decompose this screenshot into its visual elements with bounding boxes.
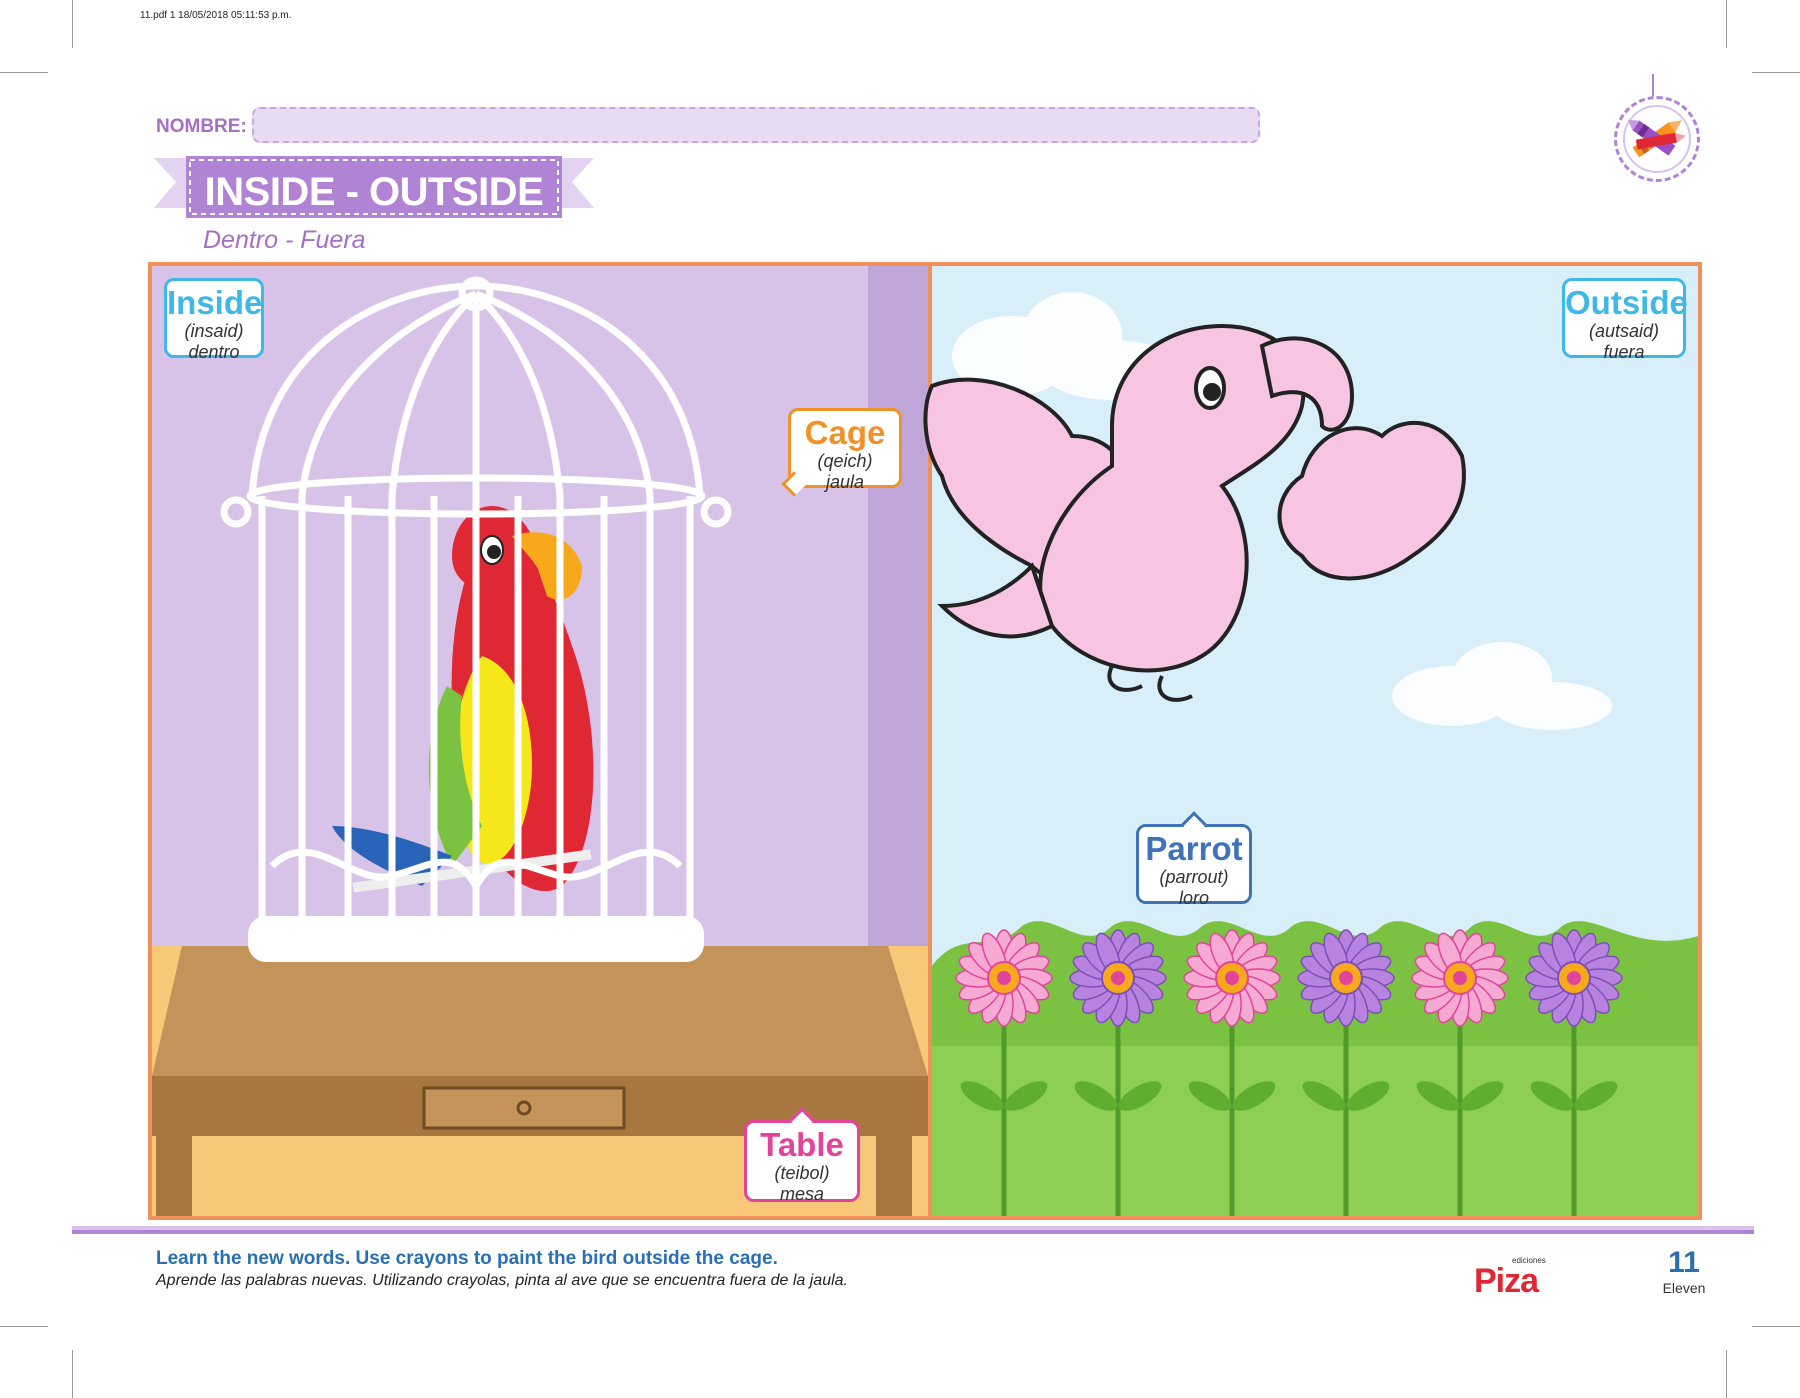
page-title: INSIDE - OUTSIDE: [204, 170, 544, 214]
label-table-pron: (teibol): [774, 1163, 830, 1183]
crop-mark: [72, 1350, 73, 1398]
label-outside-word: Outside: [1565, 284, 1688, 321]
crop-mark: [1726, 0, 1727, 48]
label-cage-trans: jaula: [825, 472, 865, 492]
instructions-spanish: Aprende las palabras nuevas. Utilizando …: [156, 1272, 848, 1289]
label-outside-trans: fuera: [1603, 342, 1645, 362]
crop-mark: [72, 0, 73, 48]
label-cage-pron: (qeich): [817, 451, 873, 471]
grass: [932, 1046, 1698, 1216]
label-cage-word: Cage: [804, 414, 886, 451]
label-parrot-trans: loro: [1178, 888, 1209, 908]
instructions-english: Learn the new words. Use crayons to pain…: [156, 1248, 778, 1269]
crop-mark: [0, 72, 48, 73]
publisher-logo: Piza: [1474, 1262, 1539, 1300]
label-inside-trans: dentro: [188, 342, 240, 362]
page-number: 11: [1668, 1246, 1700, 1279]
label-cage: Cage (qeich) jaula: [781, 408, 902, 497]
label-outside-pron: (autsaid): [1588, 321, 1660, 341]
label-inside-word: Inside: [167, 284, 263, 321]
name-input[interactable]: [252, 107, 1260, 143]
print-meta: 11.pdf 1 18/05/2018 05:11:53 p.m.: [140, 10, 292, 21]
crop-mark: [1726, 1350, 1727, 1398]
label-inside-pron: (insaid): [184, 321, 244, 341]
label-inside: Inside (insaid) dentro: [164, 278, 264, 362]
footer-divider: [72, 1226, 1754, 1234]
label-table-trans: mesa: [779, 1184, 824, 1204]
label-table: Table (teibol) mesa: [744, 1107, 860, 1204]
label-parrot: Parrot (parrout) loro: [1136, 811, 1252, 908]
label-outside: Outside (autsaid) fuera: [1562, 278, 1688, 362]
crop-mark: [0, 1326, 48, 1327]
crop-mark: [1752, 72, 1800, 73]
page-subtitle: Dentro - Fuera: [203, 226, 366, 254]
crayon-icon: [1627, 119, 1686, 158]
page-number-word: Eleven: [1662, 1280, 1706, 1296]
badge-string: [1652, 74, 1654, 98]
name-label: NOMBRE:: [156, 116, 247, 137]
crop-mark: [1752, 1326, 1800, 1327]
scene-art: [152, 266, 1698, 1216]
cage-base: [248, 916, 704, 962]
label-parrot-pron: (parrout): [1159, 867, 1229, 887]
crayon-badge: [1614, 96, 1700, 182]
illustration-scene: Inside (insaid) dentro Outside (autsaid)…: [148, 262, 1702, 1220]
